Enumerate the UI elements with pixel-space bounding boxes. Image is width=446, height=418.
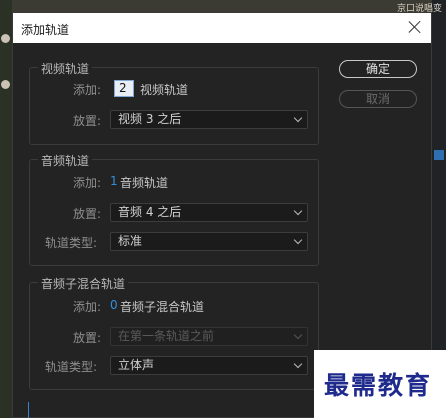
background-knob-icon: [1, 34, 10, 43]
audio-placement-value: 音频 4 之后: [118, 205, 182, 219]
audio-track-type-select[interactable]: 标准: [110, 232, 308, 251]
audio-add-count[interactable]: 1: [110, 174, 118, 188]
video-tracks-group: 视频轨道 添加: 2 视频轨道 放置: 视频 3 之后: [29, 60, 319, 145]
video-place-label: 放置:: [73, 114, 102, 128]
background-blue-marker: [434, 150, 444, 160]
background-left-strip: [0, 0, 12, 418]
submix-placement-select[interactable]: 在第一条轨道之前: [110, 327, 308, 346]
chevron-down-icon: [293, 359, 303, 369]
chevron-down-icon: [293, 113, 303, 123]
cancel-button[interactable]: 取消: [339, 90, 417, 108]
video-add-unit: 视频轨道: [140, 83, 189, 97]
ok-button[interactable]: 确定: [339, 60, 417, 78]
video-add-label: 添加:: [73, 83, 102, 97]
submix-add-label: 添加:: [73, 300, 102, 314]
submix-track-type-select[interactable]: 立体声: [110, 356, 308, 375]
chevron-down-icon: [293, 330, 303, 340]
video-placement-select[interactable]: 视频 3 之后: [110, 110, 308, 129]
submix-type-label: 轨道类型:: [45, 360, 98, 374]
audio-place-label: 放置:: [73, 207, 102, 221]
submix-placement-value: 在第一条轨道之前: [118, 329, 215, 343]
submix-add-count[interactable]: 0: [110, 298, 118, 312]
audio-add-label: 添加:: [73, 176, 102, 190]
close-icon[interactable]: [407, 19, 423, 35]
chevron-down-icon: [293, 206, 303, 216]
audio-group-label: 音频轨道: [38, 152, 93, 169]
audio-type-label: 轨道类型:: [45, 236, 98, 250]
audio-track-type-value: 标准: [118, 234, 143, 248]
watermark: 最需教育: [314, 350, 446, 418]
audio-tracks-group: 音频轨道 添加: 1 音频轨道 放置: 音频 4 之后 轨道类型: 标准: [29, 152, 319, 266]
video-group-label: 视频轨道: [38, 60, 93, 77]
audio-add-unit: 音频轨道: [120, 176, 169, 190]
dialog-title: 添加轨道: [21, 23, 70, 37]
background-knob-icon: [1, 80, 10, 89]
chevron-down-icon: [293, 235, 303, 245]
dialog-titlebar: 添加轨道: [13, 13, 431, 43]
submix-group-label: 音频子混合轨道: [38, 275, 129, 292]
watermark-text: 最需教育: [324, 371, 433, 400]
audio-placement-select[interactable]: 音频 4 之后: [110, 203, 308, 222]
video-add-count-input[interactable]: 2: [114, 80, 134, 97]
submix-track-type-value: 立体声: [118, 358, 155, 372]
video-placement-value: 视频 3 之后: [118, 112, 182, 126]
timeline-cursor: [28, 402, 29, 418]
submix-place-label: 放置:: [73, 331, 102, 345]
submix-add-unit: 音频子混合轨道: [120, 300, 205, 314]
audio-submix-group: 音频子混合轨道 添加: 0 音频子混合轨道 放置: 在第一条轨道之前 轨道类型:…: [29, 275, 319, 390]
